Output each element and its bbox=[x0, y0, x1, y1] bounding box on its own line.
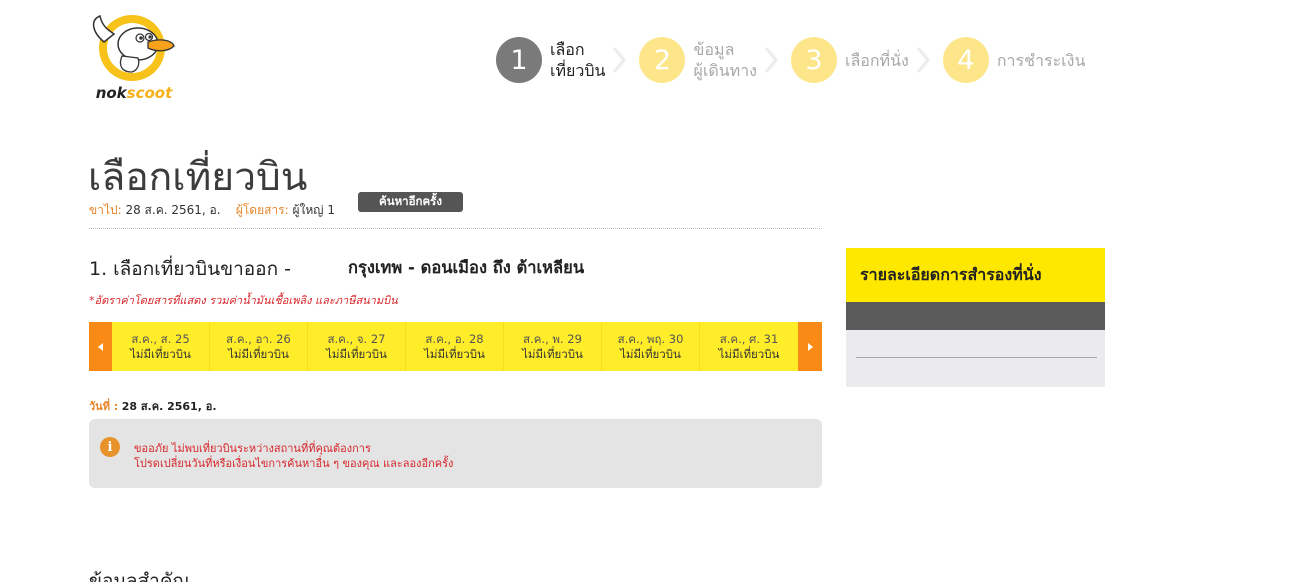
chevron-right-icon bbox=[611, 46, 627, 74]
date-cell[interactable]: ส.ค., ส. 25 ไม่มีเที่ยวบิน bbox=[112, 322, 210, 371]
step-label-line1: ข้อมูล bbox=[693, 40, 735, 59]
passenger-label: ผู้โดยสาร: bbox=[235, 203, 289, 217]
date-cell-status: ไม่มีเที่ยวบิน bbox=[620, 346, 681, 361]
step-label-line2: ผู้เดินทาง bbox=[693, 61, 757, 80]
date-cell-date: ส.ค., พ. 29 bbox=[523, 331, 582, 346]
date-cell[interactable]: ส.ค., พฤ. 30 ไม่มีเที่ยวบิน bbox=[602, 322, 700, 371]
booking-details-title: รายละเอียดการสำรองที่นั่ง bbox=[846, 248, 1105, 302]
alert-message: ขออภัย ไม่พบเที่ยวบินระหว่างสถานที่ที่คุ… bbox=[134, 441, 453, 471]
dotted-divider bbox=[89, 228, 822, 229]
chevron-right-icon bbox=[763, 46, 779, 74]
search-again-button[interactable]: ค้นหาอีกครั้ง bbox=[358, 192, 463, 212]
depart-label: ขาไป: bbox=[89, 203, 122, 217]
date-cell[interactable]: ส.ค., อา. 26 ไม่มีเที่ยวบิน bbox=[210, 322, 308, 371]
step-select-flight: 1 เลือก เที่ยวบิน bbox=[496, 36, 605, 84]
nokscoot-logo[interactable]: nokscoot bbox=[82, 12, 188, 104]
date-cell-date: ส.ค., อา. 26 bbox=[226, 331, 291, 346]
info-icon: i bbox=[100, 437, 120, 457]
booking-details-bar bbox=[846, 302, 1105, 330]
step-payment: 4 การชำระเงิน bbox=[942, 36, 1086, 84]
page-title: เลือกเที่ยวบิน bbox=[88, 155, 308, 200]
passenger-value: ผู้ใหญ่ 1 bbox=[292, 203, 335, 217]
date-cell-status: ไม่มีเที่ยวบิน bbox=[228, 346, 289, 361]
step-label: เลือก เที่ยวบิน bbox=[550, 39, 605, 81]
step-label: ข้อมูล ผู้เดินทาง bbox=[693, 39, 757, 81]
date-cell[interactable]: ส.ค., อ. 28 ไม่มีเที่ยวบิน bbox=[406, 322, 504, 371]
fare-note: *อัตราค่าโดยสารที่แสดง รวมค่าน้ำมันเชื้อ… bbox=[89, 294, 398, 307]
section-title: 1. เลือกเที่ยวบินขาออก - bbox=[89, 258, 291, 280]
date-cell-status: ไม่มีเที่ยวบิน bbox=[130, 346, 191, 361]
alert-line: โปรดเปลี่ยนวันที่หรือเงื่อนไขการค้นหาอื่… bbox=[134, 457, 454, 470]
date-cell-date: ส.ค., ศ. 31 bbox=[719, 331, 779, 346]
step-number-circle: 4 bbox=[942, 37, 989, 83]
step-label-line1: เลือก bbox=[550, 40, 585, 59]
trip-summary: ขาไป: 28 ส.ค. 2561, อ. ผู้โดยสาร: ผู้ใหญ… bbox=[89, 201, 335, 220]
date-cell[interactable]: ส.ค., ศ. 31 ไม่มีเที่ยวบิน bbox=[700, 322, 798, 371]
chevron-right-icon bbox=[915, 46, 931, 74]
date-cell-status: ไม่มีเที่ยวบิน bbox=[718, 346, 780, 361]
svg-text:nokscoot: nokscoot bbox=[96, 84, 173, 102]
important-info-heading: ข้อมูลสำคัญ bbox=[89, 570, 189, 582]
date-selector-strip: ส.ค., ส. 25 ไม่มีเที่ยวบิน ส.ค., อา. 26 … bbox=[89, 322, 822, 371]
date-cell-date: ส.ค., อ. 28 bbox=[425, 331, 484, 346]
date-cells: ส.ค., ส. 25 ไม่มีเที่ยวบิน ส.ค., อา. 26 … bbox=[112, 322, 798, 371]
step-label: เลือกที่นั่ง bbox=[844, 50, 909, 70]
depart-value: 28 ส.ค. 2561, อ. bbox=[125, 203, 221, 217]
no-flights-alert: i ขออภัย ไม่พบเที่ยวบินระหว่างสถานที่ที่… bbox=[89, 419, 822, 488]
booking-progress-steps: 1 เลือก เที่ยวบิน 2 ข้อมูล ผู้เดินทาง 3 … bbox=[496, 36, 1085, 84]
next-dates-button[interactable] bbox=[798, 322, 822, 371]
date-cell[interactable]: ส.ค., พ. 29 ไม่มีเที่ยวบิน bbox=[504, 322, 602, 371]
date-cell-date: ส.ค., จ. 27 bbox=[327, 331, 386, 346]
date-cell-date: ส.ค., ส. 25 bbox=[131, 331, 190, 346]
selected-date-label: วันที่ : bbox=[89, 400, 119, 413]
step-select-seat: 3 เลือกที่นั่ง bbox=[790, 36, 909, 84]
selected-date: วันที่ : 28 ส.ค. 2561, อ. bbox=[89, 397, 217, 415]
date-cell-date: ส.ค., พฤ. 30 bbox=[617, 331, 684, 346]
date-cell[interactable]: ส.ค., จ. 27 ไม่มีเที่ยวบิน bbox=[308, 322, 406, 371]
arrow-right-icon bbox=[807, 342, 813, 351]
date-cell-status: ไม่มีเที่ยวบิน bbox=[326, 346, 387, 361]
step-label-line2: เที่ยวบิน bbox=[550, 61, 606, 80]
step-passenger-info: 2 ข้อมูล ผู้เดินทาง bbox=[639, 36, 757, 84]
step-number-circle: 2 bbox=[639, 37, 686, 83]
step-number-circle: 3 bbox=[790, 37, 837, 83]
date-cell-status: ไม่มีเที่ยวบิน bbox=[424, 346, 485, 361]
arrow-left-icon bbox=[98, 342, 103, 351]
route-text: กรุงเทพ - ดอนเมือง ถึง ต้าเหลียน bbox=[348, 258, 585, 277]
previous-dates-button[interactable] bbox=[89, 322, 112, 371]
booking-details-body bbox=[846, 330, 1105, 387]
step-label: การชำระเงิน bbox=[996, 50, 1086, 70]
panel-divider bbox=[856, 357, 1097, 358]
booking-details-panel: รายละเอียดการสำรองที่นั่ง bbox=[846, 248, 1105, 387]
date-cell-status: ไม่มีเที่ยวบิน bbox=[522, 346, 583, 361]
step-number-circle: 1 bbox=[496, 37, 542, 83]
selected-date-value: 28 ส.ค. 2561, อ. bbox=[121, 400, 217, 413]
alert-line: ขออภัย ไม่พบเที่ยวบินระหว่างสถานที่ที่คุ… bbox=[134, 442, 371, 455]
